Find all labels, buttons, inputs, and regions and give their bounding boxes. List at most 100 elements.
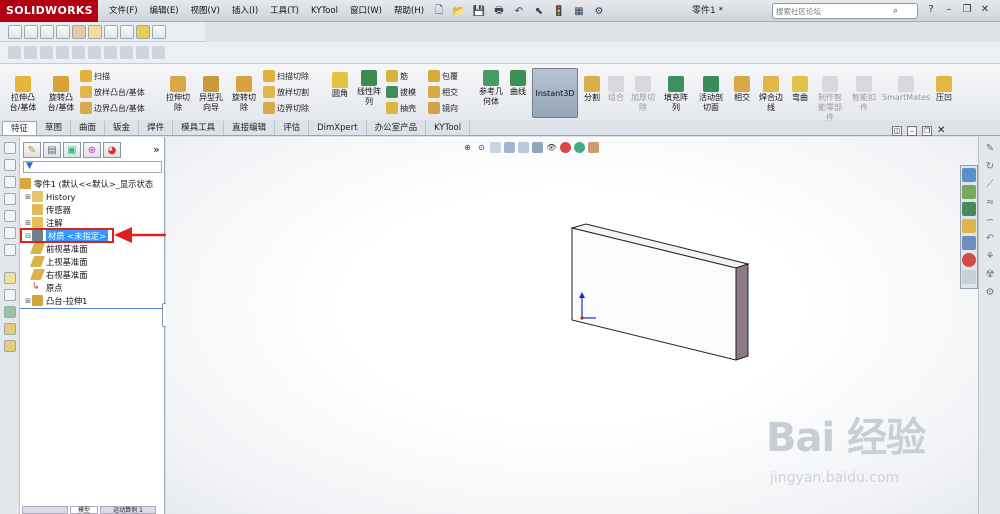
- menu-tools[interactable]: 工具(T): [264, 0, 305, 22]
- tab-features[interactable]: 特征: [2, 121, 38, 135]
- toolbar-button[interactable]: [88, 46, 101, 59]
- propertymanager-tab-icon[interactable]: ▤: [43, 142, 61, 158]
- toolbar-button[interactable]: [8, 24, 22, 39]
- shell-button[interactable]: 抽壳: [386, 102, 416, 114]
- tab-mold-tools[interactable]: 模具工具: [173, 121, 225, 135]
- toolbar-button[interactable]: [4, 244, 16, 256]
- tree-filter[interactable]: ▼: [23, 161, 162, 173]
- wrap-button[interactable]: 包覆: [428, 70, 458, 82]
- toolbar-button[interactable]: [56, 24, 70, 39]
- tree-item-top-plane[interactable]: 上视基准面: [29, 255, 88, 268]
- home-icon[interactable]: [962, 185, 976, 199]
- loft-cut-button[interactable]: 放样切割: [263, 86, 309, 98]
- fillet-button[interactable]: 圆角: [328, 72, 352, 99]
- tab-surfaces[interactable]: 曲面: [71, 121, 106, 135]
- toolbar-button[interactable]: [120, 46, 133, 59]
- tree-item-history[interactable]: ⊞ History: [24, 190, 76, 203]
- toolbar-button[interactable]: [104, 24, 118, 39]
- toolbar-button[interactable]: [72, 24, 86, 39]
- select-icon[interactable]: ⬉: [530, 2, 548, 20]
- instant3d-button[interactable]: Instant3D: [532, 68, 578, 118]
- tree-item-right-plane[interactable]: 右视基准面: [29, 268, 88, 281]
- tree-item-origin[interactable]: ↳ 原点: [32, 281, 63, 294]
- menu-kytool[interactable]: KYTool: [305, 0, 344, 22]
- toolbar-button[interactable]: [4, 142, 16, 154]
- toolbar-button[interactable]: ↻: [984, 161, 996, 173]
- tab-weldments[interactable]: 焊件: [139, 121, 174, 135]
- menu-insert[interactable]: 插入(I): [226, 0, 264, 22]
- graphics-viewport[interactable]: ⊕ ⊙ 👁 ◫ – ❐ ✕ Bai 经验 jingyan.baidu.com: [166, 126, 978, 514]
- toolbar-button[interactable]: [88, 24, 102, 39]
- toolbar-button[interactable]: [152, 24, 166, 39]
- toolbar-button[interactable]: ☢: [984, 269, 996, 281]
- tab-evaluate[interactable]: 评估: [275, 121, 310, 135]
- tab-model[interactable]: 模型: [70, 506, 98, 514]
- toolbar-button[interactable]: [136, 24, 150, 39]
- resources-icon[interactable]: [962, 168, 976, 182]
- toolbar-button[interactable]: [4, 306, 16, 318]
- featuremanager-tab-icon[interactable]: ✎: [23, 142, 41, 158]
- toolbar-button[interactable]: [40, 46, 53, 59]
- revolve-cut-button[interactable]: 旋转切 除: [228, 76, 260, 113]
- split-button[interactable]: 分割: [581, 76, 603, 103]
- new-doc-icon[interactable]: 🗋: [430, 2, 448, 20]
- toolbar-button[interactable]: [4, 193, 16, 205]
- make-smart-component-button[interactable]: 制作智 能零部 件: [814, 76, 846, 123]
- help-icon[interactable]: ?: [925, 2, 937, 18]
- search-box[interactable]: ⌕: [772, 3, 918, 19]
- custom-properties-icon[interactable]: [962, 270, 976, 284]
- toolbar-button[interactable]: [4, 289, 16, 301]
- configurationmanager-tab-icon[interactable]: ▣: [63, 142, 81, 158]
- ref-geometry-button[interactable]: 参考几 何体: [476, 70, 506, 107]
- tab-sketch[interactable]: 草图: [37, 121, 72, 135]
- search-icon[interactable]: ⌕: [893, 6, 898, 16]
- toolbar-button[interactable]: [104, 46, 117, 59]
- rebuild-icon[interactable]: 🚦: [550, 2, 568, 20]
- loft-button[interactable]: 放样凸台/基体: [80, 86, 145, 98]
- open-icon[interactable]: 📂: [450, 2, 468, 20]
- close-icon[interactable]: ✕: [979, 2, 991, 18]
- toolbar-button[interactable]: [136, 46, 149, 59]
- toolbar-button[interactable]: [4, 272, 16, 284]
- viewport-collapse-icon[interactable]: ◫: [892, 126, 902, 136]
- previous-view-icon[interactable]: [490, 142, 501, 153]
- menu-view[interactable]: 视图(V): [185, 0, 226, 22]
- rib-button[interactable]: 筋: [386, 70, 408, 82]
- tree-item-sensors[interactable]: 传感器: [32, 203, 71, 216]
- toolbar-button[interactable]: ↶: [984, 233, 996, 245]
- thicken-cut-button[interactable]: 加厚切 除: [629, 76, 657, 113]
- flex-button[interactable]: 弯曲: [788, 76, 812, 103]
- tree-root[interactable]: 零件1 (默认<<默认>_显示状态: [20, 177, 153, 190]
- curves-button[interactable]: 曲线: [506, 70, 530, 97]
- boundary-boss-button[interactable]: 边界凸台/基体: [80, 102, 145, 114]
- toolbar-button[interactable]: [4, 159, 16, 171]
- combine-button[interactable]: 组合: [605, 76, 627, 103]
- expand-icon[interactable]: ⊞: [24, 219, 32, 227]
- sweep-button[interactable]: 扫描: [80, 70, 110, 82]
- file-explorer-icon[interactable]: [962, 219, 976, 233]
- toolbar-button[interactable]: ∽: [984, 215, 996, 227]
- toolbar-button[interactable]: [72, 46, 85, 59]
- options-icon[interactable]: ⚙: [590, 2, 608, 20]
- view-palette-icon[interactable]: [962, 236, 976, 250]
- toolbar-button[interactable]: [4, 323, 16, 335]
- rollback-bar[interactable]: [20, 308, 165, 309]
- expand-icon[interactable]: ⊞: [24, 297, 32, 305]
- view-settings-icon[interactable]: [588, 142, 599, 153]
- hide-show-icon[interactable]: 👁: [546, 142, 557, 153]
- toolbar-button[interactable]: [24, 46, 37, 59]
- extrude-cut-button[interactable]: 拉伸切 除: [162, 76, 194, 113]
- toolbar-button[interactable]: [24, 24, 38, 39]
- solidworks-logo[interactable]: SOLIDWORKS: [0, 0, 98, 22]
- toolbar-button[interactable]: [4, 227, 16, 239]
- extruded-block[interactable]: [566, 222, 756, 362]
- weld-bead-button[interactable]: 焊合边 线: [756, 76, 786, 113]
- smartmates-button[interactable]: SmartMates: [882, 76, 930, 103]
- sweep-cut-button[interactable]: 扫描切除: [263, 70, 309, 82]
- toolbar-button[interactable]: [40, 24, 54, 39]
- undo-icon[interactable]: ↶: [510, 2, 528, 20]
- zoom-to-fit-icon[interactable]: ⊕: [462, 142, 473, 153]
- zoom-area-icon[interactable]: ⊙: [476, 142, 487, 153]
- appearance-icon[interactable]: [560, 142, 571, 153]
- fill-pattern-button[interactable]: 填充阵 列: [662, 76, 690, 113]
